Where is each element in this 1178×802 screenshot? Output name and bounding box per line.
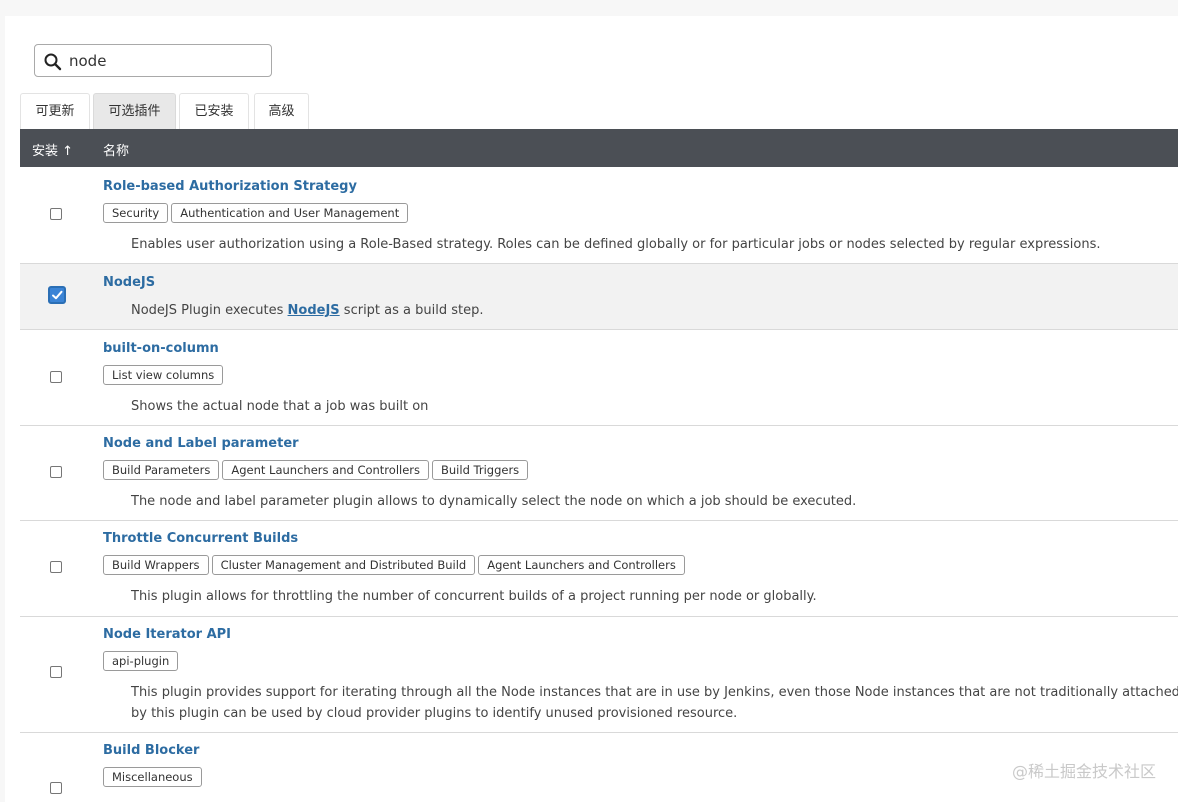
- tab-advanced[interactable]: 高级: [254, 93, 309, 129]
- plugin-row: Role-based Authorization Strategy Securi…: [20, 167, 1178, 264]
- category-tag[interactable]: Build Triggers: [432, 460, 529, 480]
- category-tag[interactable]: List view columns: [103, 365, 224, 385]
- plugin-name-link[interactable]: Node Iterator API: [103, 627, 231, 642]
- plugin-description: Shows the actual node that a job was bui…: [131, 399, 429, 414]
- plugin-name-link[interactable]: Build Blocker: [103, 743, 199, 758]
- plugin-row-selected: NodeJS NodeJS Plugin executes NodeJS scr…: [20, 264, 1178, 330]
- plugin-description: The node and label parameter plugin allo…: [131, 494, 857, 509]
- name-column-header[interactable]: 名称: [103, 140, 129, 159]
- description-text: script as a build step.: [339, 303, 484, 318]
- nodejs-link[interactable]: NodeJS: [288, 303, 340, 318]
- category-tag[interactable]: api-plugin: [103, 651, 179, 671]
- plugin-row: Throttle Concurrent Builds Build Wrapper…: [20, 521, 1178, 617]
- plugin-name-link[interactable]: Node and Label parameter: [103, 436, 299, 451]
- plugin-row: Node Iterator API api-plugin This plugin…: [20, 617, 1178, 733]
- plugin-tags: Build Wrappers Cluster Management and Dis…: [103, 555, 688, 575]
- category-tag[interactable]: Cluster Management and Distributed Build: [211, 555, 476, 575]
- install-checkbox[interactable]: [50, 371, 62, 383]
- category-tag[interactable]: Authentication and User Management: [171, 203, 409, 223]
- plugin-description: Enables user authorization using a Role-…: [131, 237, 1101, 252]
- category-tag[interactable]: Agent Launchers and Controllers: [222, 460, 429, 480]
- install-checkbox[interactable]: [50, 666, 62, 678]
- category-tag[interactable]: Build Wrappers: [103, 555, 209, 575]
- plugin-search-box[interactable]: [34, 44, 272, 77]
- category-tag[interactable]: Agent Launchers and Controllers: [478, 555, 685, 575]
- tab-installed[interactable]: 已安装: [179, 93, 249, 129]
- install-checkbox[interactable]: [50, 466, 62, 478]
- search-input[interactable]: [69, 50, 259, 72]
- description-line: This plugin provides support for iterati…: [131, 685, 1178, 700]
- checkmark-icon: [52, 290, 63, 300]
- category-tag[interactable]: Build Parameters: [103, 460, 220, 480]
- search-icon: [44, 53, 62, 71]
- plugin-tags: Miscellaneous: [103, 767, 205, 787]
- tab-available[interactable]: 可选插件: [93, 93, 176, 129]
- tab-updates[interactable]: 可更新: [20, 93, 90, 129]
- plugin-row: Node and Label parameter Build Parameter…: [20, 426, 1178, 521]
- watermark: @稀土掘金技术社区: [1011, 762, 1156, 781]
- install-column-header[interactable]: 安装 ↑: [32, 140, 73, 159]
- install-checkbox[interactable]: [50, 208, 62, 220]
- plugin-table-header: 安装 ↑ 名称: [20, 129, 1178, 167]
- plugin-tags: Build Parameters Agent Launchers and Cont…: [103, 460, 531, 480]
- plugin-row: built-on-column List view columns Shows …: [20, 330, 1178, 426]
- description-line: by this plugin can be used by cloud prov…: [131, 706, 738, 721]
- plugin-description: This plugin allows for throttling the nu…: [131, 589, 817, 604]
- plugin-name-link[interactable]: built-on-column: [103, 341, 219, 356]
- description-text: NodeJS Plugin executes: [131, 303, 288, 318]
- plugin-name-link[interactable]: Throttle Concurrent Builds: [103, 531, 298, 546]
- install-checkbox[interactable]: [50, 561, 62, 573]
- plugin-tags: List view columns: [103, 365, 226, 385]
- plugin-manager-panel: 可更新 可选插件 已安装 高级 安装 ↑ 名称 Role-based Autho…: [5, 16, 1178, 802]
- category-tag[interactable]: Miscellaneous: [103, 767, 202, 787]
- category-tag[interactable]: Security: [103, 203, 169, 223]
- plugin-tags: api-plugin: [103, 651, 181, 671]
- plugin-tags: Security Authentication and User Manageme…: [103, 203, 411, 223]
- plugin-description: This plugin provides support for iterati…: [131, 682, 1178, 724]
- plugin-name-link[interactable]: NodeJS: [103, 275, 155, 290]
- install-checkbox[interactable]: [50, 782, 62, 794]
- plugin-row: Build Blocker Miscellaneous: [20, 733, 1178, 802]
- plugin-description: NodeJS Plugin executes NodeJS script as …: [131, 303, 483, 318]
- plugin-name-link[interactable]: Role-based Authorization Strategy: [103, 179, 357, 194]
- install-checkbox-checked[interactable]: [48, 286, 66, 304]
